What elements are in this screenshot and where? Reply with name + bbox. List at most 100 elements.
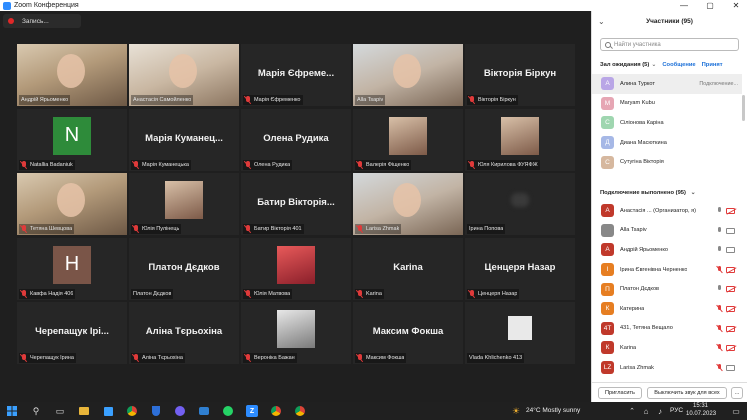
participant-tile[interactable]: Юлія Пулінець [129, 173, 239, 235]
connected-participant-row[interactable]: LZ Larisa Zhmak [592, 358, 742, 378]
camera-off-icon[interactable] [726, 325, 735, 332]
tile-name-label: Черепащук Ірина [19, 353, 76, 363]
participant-tile[interactable]: Larisa Zhmak [353, 173, 463, 235]
camera-icon[interactable] [726, 247, 735, 254]
participant-tile[interactable]: Максим Фокша Максим Фокша [353, 302, 463, 364]
mute-all-button[interactable]: Выключить звук для всех [647, 386, 727, 399]
participant-tile[interactable]: Марія Єфреме... Марія Єфременко [241, 44, 351, 106]
mic-muted-icon[interactable] [717, 324, 722, 333]
connected-participant-row[interactable]: К Катерина [592, 299, 742, 319]
network-icon[interactable]: ⌂ [640, 405, 652, 417]
participant-tile[interactable]: Юля Кирилова ФУЯФЖ [465, 108, 575, 171]
participant-tile[interactable]: Черепащук Ірі... Черепащук Ірина [17, 302, 127, 364]
participant-name-large: Олена Рудика [263, 132, 329, 144]
windows-start-icon[interactable] [6, 405, 18, 417]
camera-off-icon[interactable] [726, 305, 735, 312]
participant-tile[interactable]: Андрій Ярьоменко [17, 44, 127, 106]
avatar: С [601, 116, 614, 130]
defender-icon[interactable] [150, 405, 162, 417]
participant-tile[interactable]: Платон Дєдков Платон Дєдков [129, 237, 239, 300]
camera-off-icon[interactable] [726, 208, 735, 214]
waiting-participant-row[interactable]: М Maryam Kubu [592, 94, 742, 114]
viber-icon[interactable] [174, 405, 186, 417]
search-icon[interactable]: ⚲ [30, 405, 42, 417]
participant-tile[interactable]: Karina Karina [353, 237, 463, 300]
invite-button[interactable]: Пригласить [598, 386, 642, 399]
connected-participant-row[interactable]: І Ірина Євгенівна Черненко [592, 260, 742, 280]
participant-tile[interactable]: Ірина Попова [465, 173, 575, 235]
connected-participant-row[interactable]: К Karina [592, 338, 742, 358]
participant-tile[interactable]: Тетяна Шевцова [17, 173, 127, 235]
avatar: LZ [601, 361, 614, 375]
clock-date[interactable]: 10.07.2023 [686, 411, 716, 417]
weather-text[interactable]: 24°C Mostly sunny [526, 407, 580, 414]
participant-name: Юлія Пулінець [142, 226, 180, 232]
participant-tile[interactable]: Ценцеря Назар Ценцеря Назар [465, 237, 575, 300]
participant-tile[interactable]: Вікторія Біркун Вікторія Біркун [465, 44, 575, 106]
participant-tile[interactable]: N Natallia Badaniuk [17, 108, 127, 171]
camera-off-icon[interactable] [726, 266, 735, 273]
mic-icon[interactable] [717, 207, 722, 215]
minimize-button[interactable]: — [676, 0, 692, 11]
recording-indicator[interactable]: Запись... [3, 14, 81, 28]
chevron-down-icon[interactable]: ⌄ [651, 61, 656, 68]
connected-participant-row[interactable]: А Анастасія ... (Организатор, я) [592, 201, 742, 221]
connected-participant-row[interactable]: А Андрій Ярьоменко [592, 240, 742, 260]
participant-tile[interactable]: Батир Вікторія... Батир Вікторія 401 [241, 173, 351, 235]
mic-muted-icon[interactable] [717, 344, 722, 352]
waiting-participant-row[interactable]: А Алина Туркот Подключение... [592, 74, 742, 94]
clock-time[interactable]: 15:31 [693, 403, 708, 409]
connected-participant-row[interactable]: 4Т 431, Тетяна Вещало [592, 319, 742, 339]
chrome-icon-2[interactable] [270, 405, 282, 417]
mic-icon[interactable] [717, 246, 722, 254]
mic-muted-icon[interactable] [717, 363, 722, 372]
admit-link[interactable]: Принят [702, 62, 723, 68]
participant-tile[interactable]: Олена Рудика Олена Рудика [241, 108, 351, 171]
mic-icon[interactable] [717, 226, 722, 235]
participant-search-input[interactable]: Найти участника [600, 38, 739, 51]
restore-button[interactable]: ▢ [702, 0, 718, 11]
mic-icon[interactable] [717, 285, 722, 293]
chrome-icon[interactable] [126, 405, 138, 417]
volume-icon[interactable]: ♪ [654, 405, 666, 417]
camera-off-icon[interactable] [726, 345, 735, 352]
weather-icon[interactable]: ☀ [510, 405, 522, 417]
avatar: С [601, 155, 614, 169]
camera-icon[interactable] [726, 364, 735, 371]
mic-muted-icon [245, 289, 251, 298]
participant-tile[interactable]: Валерія Фіщенко [353, 108, 463, 171]
participant-tile[interactable]: Alla Tsapiv [353, 44, 463, 106]
connected-header[interactable]: Подключение выполнено (95) ⌄ [600, 190, 695, 196]
store-icon[interactable] [102, 405, 114, 417]
participant-tile[interactable]: Вероніка Бажан [241, 302, 351, 364]
mic-muted-icon[interactable] [717, 265, 722, 274]
zoom-taskbar-icon[interactable]: Z [246, 405, 258, 417]
panel-scrollbar[interactable] [742, 95, 745, 121]
waiting-room-title[interactable]: Зал ожидания (5) [600, 62, 649, 68]
tray-chevron-icon[interactable]: ⌃ [626, 405, 638, 417]
participant-tile[interactable]: Анастасія Самойленко [129, 44, 239, 106]
whatsapp-icon[interactable] [222, 405, 234, 417]
connected-participant-row[interactable]: П Платон Дєдков [592, 279, 742, 299]
waiting-participant-row[interactable]: С Сутугіна Вікторія [592, 152, 742, 172]
participant-tile[interactable]: Марія Куманец... Марія Куманецька [129, 108, 239, 171]
waiting-participant-row[interactable]: Д Диана Масюткина [592, 133, 742, 153]
chrome-icon-3[interactable] [294, 405, 306, 417]
message-link[interactable]: Сообщение [662, 62, 695, 68]
participant-tile[interactable]: Vlada Khlichenko 413 [465, 302, 575, 364]
waiting-participant-row[interactable]: С Сіліонова Каріна [592, 113, 742, 133]
file-explorer-icon[interactable] [78, 405, 90, 417]
mic-muted-icon[interactable] [717, 304, 722, 313]
camera-off-icon[interactable] [726, 286, 735, 293]
notifications-icon[interactable]: ▭ [730, 405, 742, 417]
camera-icon[interactable] [726, 227, 735, 234]
connected-participant-row[interactable]: Alla Tsapiv [592, 221, 742, 241]
participant-tile[interactable]: Юлія Матвова [241, 237, 351, 300]
close-button[interactable]: ✕ [728, 0, 744, 11]
language-indicator[interactable]: РУС [670, 407, 683, 414]
more-button[interactable]: ... [731, 386, 743, 399]
participant-tile[interactable]: Аліна Тєрьохіна Аліна Тєрьохіна [129, 302, 239, 364]
vpn-icon[interactable] [198, 405, 210, 417]
task-view-icon[interactable]: ▭ [54, 405, 66, 417]
participant-tile[interactable]: Н Кавфа Надія 406 [17, 237, 127, 300]
